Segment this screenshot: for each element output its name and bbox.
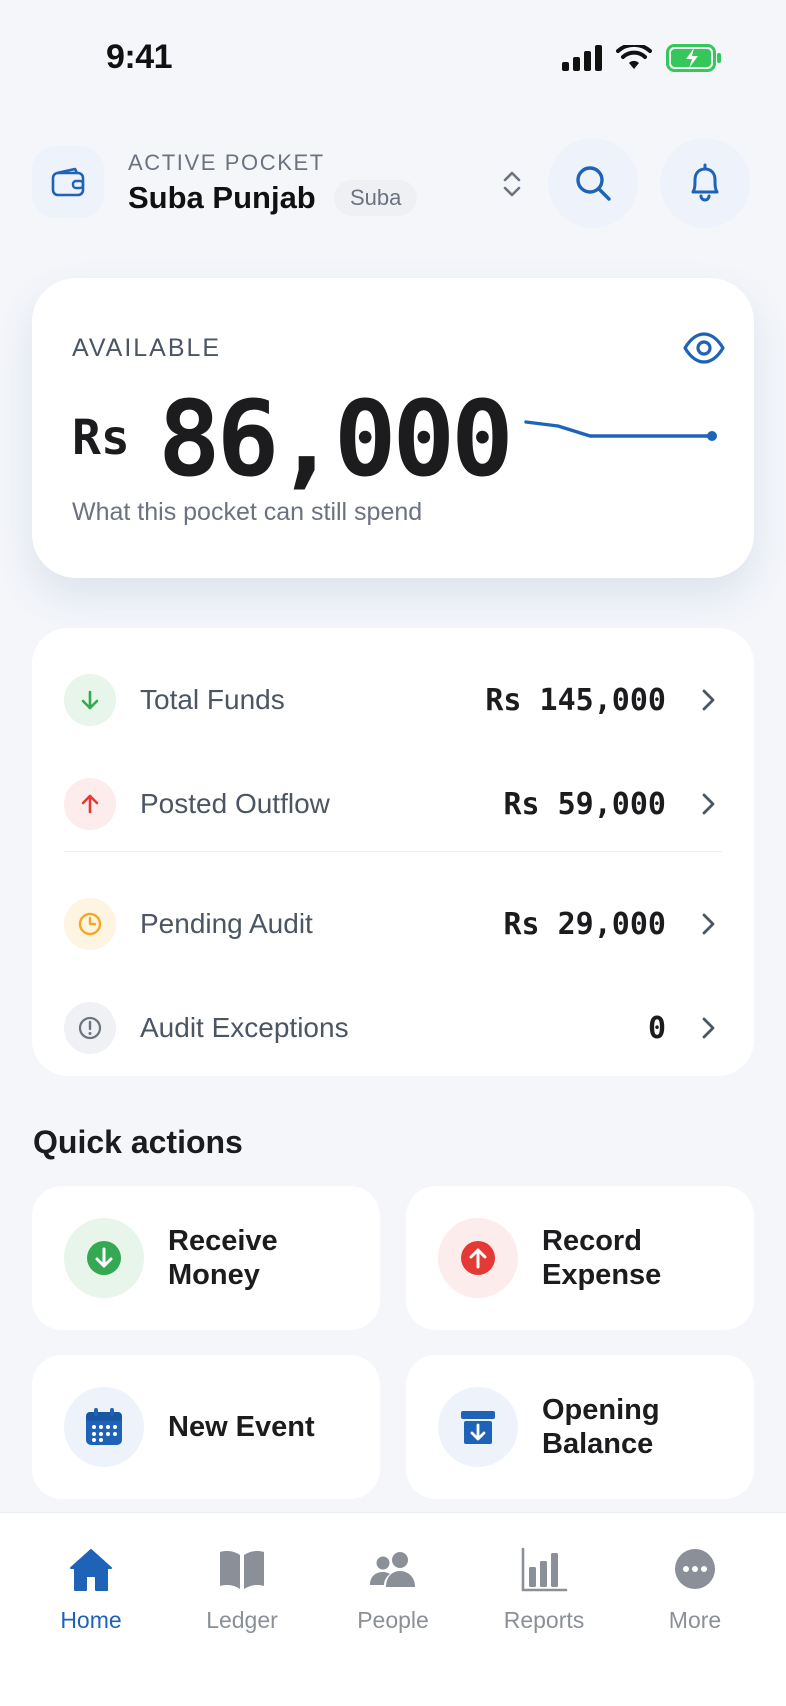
chevron-right-icon xyxy=(702,793,715,815)
chevron-right-icon xyxy=(702,913,715,935)
status-icons xyxy=(562,44,722,72)
receive-money-button[interactable]: Receive Money xyxy=(32,1186,380,1330)
archive-icon xyxy=(438,1387,518,1467)
chevron-right-icon xyxy=(702,689,715,711)
balance-currency: Rs xyxy=(72,410,130,466)
balance-amount: 86,000 xyxy=(158,378,514,500)
quick-action-label: New Event xyxy=(168,1411,315,1443)
quick-action-label: Record Expense xyxy=(542,1225,662,1291)
bell-icon xyxy=(691,163,719,202)
arrow-up-circle-icon xyxy=(438,1218,518,1298)
tab-more[interactable]: More xyxy=(635,1543,755,1653)
wallet-icon xyxy=(51,167,85,197)
summary-row-posted-outflow[interactable]: Posted Outflow Rs 59,000 xyxy=(32,752,754,856)
arrow-down-icon xyxy=(64,674,116,726)
record-expense-button[interactable]: Record Expense xyxy=(406,1186,754,1330)
eye-icon xyxy=(683,332,725,364)
more-icon xyxy=(669,1543,721,1595)
people-icon xyxy=(367,1543,419,1595)
summary-value: Rs 59,000 xyxy=(503,786,666,822)
arrow-up-icon xyxy=(64,778,116,830)
summary-divider xyxy=(64,851,722,852)
quick-actions-title: Quick actions xyxy=(33,1124,243,1160)
tab-people[interactable]: People xyxy=(333,1543,453,1653)
tab-label: Ledger xyxy=(206,1607,278,1633)
toggle-visibility-button[interactable] xyxy=(682,330,726,366)
status-bar: 9:41 xyxy=(0,0,786,120)
tab-label: More xyxy=(668,1607,722,1633)
summary-row-pending-audit[interactable]: Pending Audit Rs 29,000 xyxy=(32,872,754,976)
search-button[interactable] xyxy=(548,138,638,228)
cellular-signal-icon xyxy=(562,45,602,71)
search-icon xyxy=(576,166,611,201)
balance-caption: What this pocket can still spend xyxy=(72,498,423,526)
tab-label: Home xyxy=(60,1607,122,1633)
balance-sparkline xyxy=(524,420,717,441)
quick-action-label: Opening Balance xyxy=(542,1394,660,1460)
pocket-name[interactable]: Suba Punjab xyxy=(128,180,316,216)
tab-reports[interactable]: Reports xyxy=(484,1543,604,1653)
summary-label: Posted Outflow xyxy=(140,788,330,819)
tab-label: People xyxy=(357,1607,429,1633)
book-icon xyxy=(216,1543,268,1595)
chevron-right-icon xyxy=(702,1017,715,1039)
notifications-button[interactable] xyxy=(660,138,750,228)
calendar-icon xyxy=(64,1387,144,1467)
summary-row-total-funds[interactable]: Total Funds Rs 145,000 xyxy=(32,648,754,752)
pocket-tag: Suba xyxy=(334,180,418,216)
pocket-label: ACTIVE POCKET xyxy=(128,150,325,175)
summary-row-audit-exceptions[interactable]: Audit Exceptions 0 xyxy=(32,976,754,1080)
battery-charging-icon xyxy=(666,44,721,72)
pocket-switcher[interactable] xyxy=(492,164,532,204)
summary-value: 0 xyxy=(647,1010,666,1046)
summary-label: Pending Audit xyxy=(140,908,313,939)
new-event-button[interactable]: New Event xyxy=(32,1355,380,1499)
wallet-icon-button[interactable] xyxy=(32,146,104,218)
quick-action-label: Receive Money xyxy=(168,1225,278,1291)
balance-label: AVAILABLE xyxy=(72,334,222,362)
tab-ledger[interactable]: Ledger xyxy=(182,1543,302,1653)
opening-balance-button[interactable]: Opening Balance xyxy=(406,1355,754,1499)
bar-chart-icon xyxy=(518,1543,570,1595)
summary-label: Total Funds xyxy=(140,684,285,715)
arrow-down-circle-icon xyxy=(64,1218,144,1298)
summary-value: Rs 29,000 xyxy=(503,906,666,942)
chevron-up-down-icon xyxy=(503,171,521,197)
wifi-icon xyxy=(616,45,652,69)
summary-label: Audit Exceptions xyxy=(140,1012,349,1043)
clock-icon xyxy=(64,898,116,950)
home-icon xyxy=(65,1543,117,1595)
balance-card: AVAILABLE Rs 86,000 What this pocket can… xyxy=(32,278,754,578)
summary-card: Total Funds Rs 145,000 Posted Outflow Rs… xyxy=(32,628,754,1076)
status-time: 9:41 xyxy=(106,38,173,76)
tab-bar: Home Ledger People Reports More xyxy=(0,1512,786,1706)
tab-home[interactable]: Home xyxy=(31,1543,151,1653)
tab-label: Reports xyxy=(503,1607,585,1633)
summary-value: Rs 145,000 xyxy=(485,682,666,718)
alert-circle-icon xyxy=(64,1002,116,1054)
header: ACTIVE POCKET Suba Punjab Suba xyxy=(32,136,754,236)
